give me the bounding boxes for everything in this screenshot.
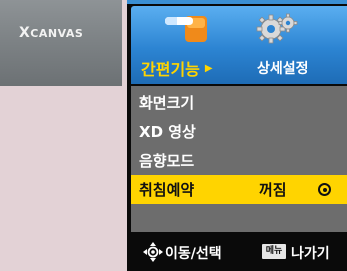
tab-ease-label: 간편기능 <box>141 60 200 79</box>
menu-item-label: XD 영상 <box>139 123 196 141</box>
sleep-timer-value: 꺼짐 <box>259 181 287 199</box>
hand-pointer-icon <box>165 16 207 42</box>
menu-item-sleep-timer[interactable]: 취침예약 꺼짐 <box>131 175 347 204</box>
menu-item-sound-mode[interactable]: 음향모드 <box>131 146 347 175</box>
menu-item-screen-size[interactable]: 화면크기 <box>131 88 347 117</box>
osd-top-border <box>127 0 347 4</box>
menu-key-badge: 메뉴 <box>262 244 286 259</box>
dpad-navigation-icon <box>143 242 163 262</box>
tab-ease-functions[interactable]: 간편기능 ▶ <box>141 56 213 80</box>
menu-item-label: 화면크기 <box>139 94 195 112</box>
gears-icon <box>256 13 298 44</box>
nav-select-hint: 이동/선택 <box>165 246 222 262</box>
menu-item-label: 음향모드 <box>139 152 195 170</box>
brand-logo: XCANVAS <box>19 25 84 41</box>
tab-detailed-settings[interactable]: 상세설정 <box>257 58 309 78</box>
menu-list: 화면크기 XD 영상 음향모드 취침예약 꺼짐 <box>131 86 347 232</box>
osd-menu: 간편기능 ▶ 상세설정 화면크기 XD 영상 음향모드 취침예약 꺼짐 이동/선… <box>127 0 347 271</box>
radio-selected-icon <box>318 183 331 196</box>
menu-item-xd-video[interactable]: XD 영상 <box>131 117 347 146</box>
caret-right-icon: ▶ <box>204 62 213 74</box>
menu-header: 간편기능 ▶ 상세설정 <box>131 6 347 84</box>
menu-footer: 이동/선택 메뉴 나가기 <box>131 232 347 271</box>
menu-item-label: 취침예약 <box>139 181 195 199</box>
brand-panel: XCANVAS <box>0 0 122 86</box>
exit-hint: 나가기 <box>291 246 330 262</box>
